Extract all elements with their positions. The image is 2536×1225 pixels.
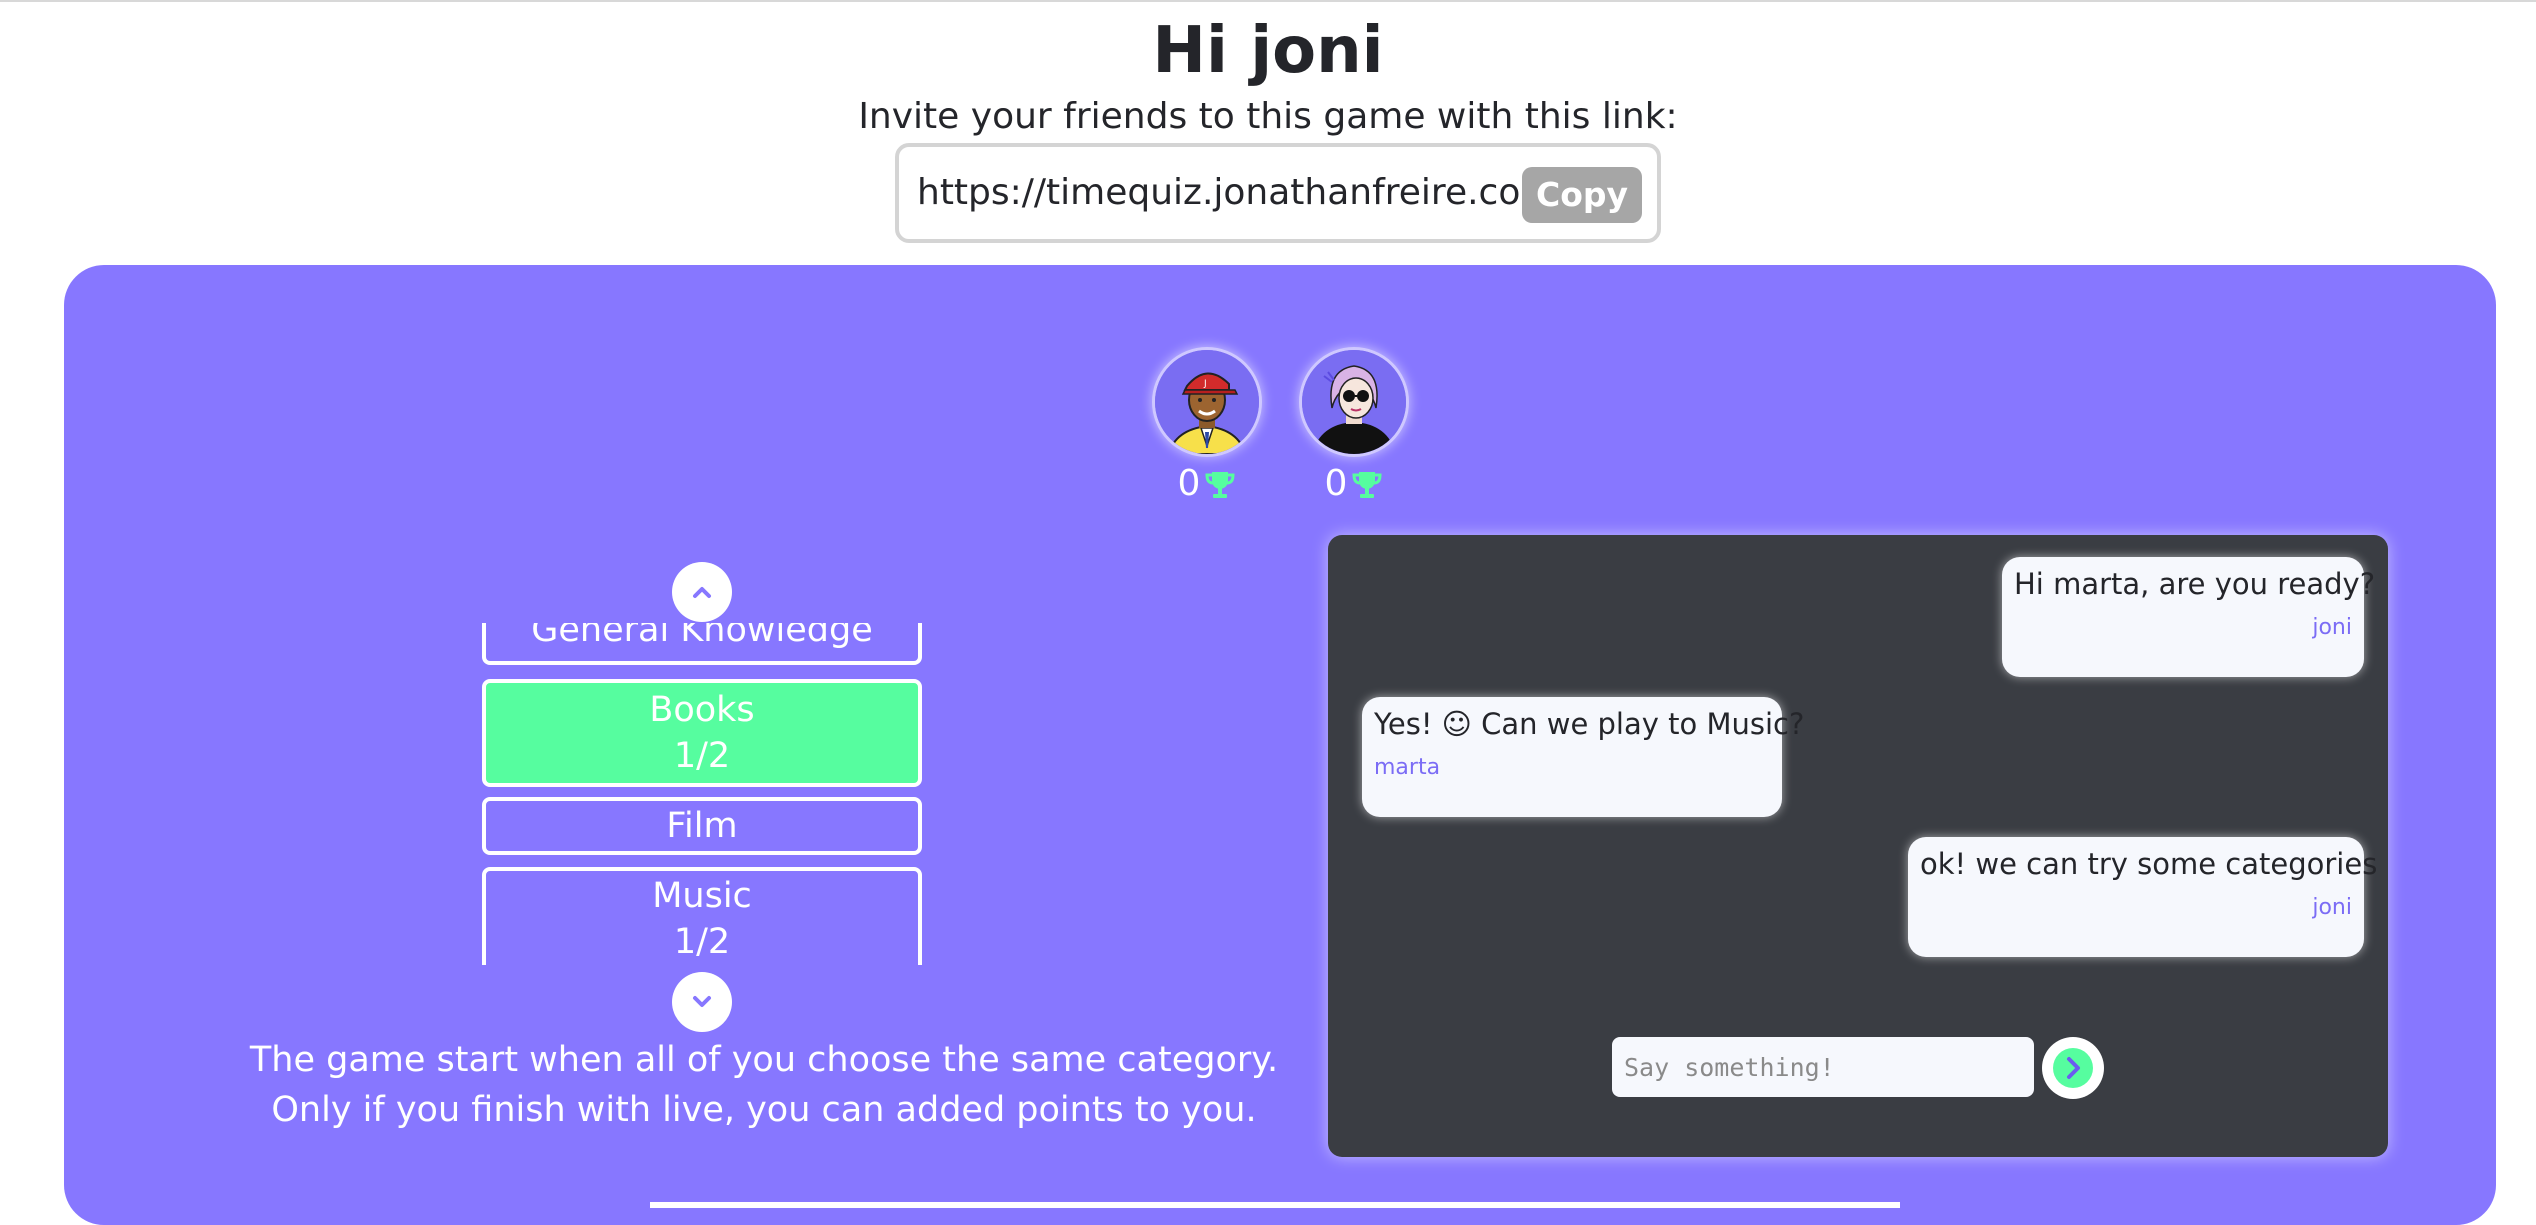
game-rules: The game start when all of you choose th… [124, 1035, 1404, 1135]
svg-text:J: J [1203, 379, 1207, 389]
scroll-up-button[interactable] [672, 562, 732, 622]
invite-link-box: https://timequiz.jonathanfreire.com Copy [895, 143, 1661, 243]
invite-link[interactable]: https://timequiz.jonathanfreire.com [917, 172, 1555, 213]
chat-message-author: joni [2312, 895, 2352, 920]
category-list[interactable]: General Knowledge Books 1/2 Film Music 1… [481, 623, 927, 965]
chat-input[interactable] [1612, 1037, 2034, 1097]
trophy-icon [1351, 468, 1383, 500]
category-name: General Knowledge [531, 623, 873, 650]
page-title: Hi joni [1152, 14, 1384, 88]
rules-line: The game start when all of you choose th… [249, 1040, 1279, 1080]
player-avatar [1299, 347, 1409, 457]
chat-message: Hi marta, are you ready? joni [2002, 557, 2376, 677]
chevron-right-icon [2053, 1048, 2093, 1088]
category-general-knowledge[interactable]: General Knowledge [482, 623, 922, 665]
chat-message-author: marta [1374, 755, 1441, 780]
category-name: Books [649, 690, 755, 730]
chat-message-text: Yes! ☺ Can we play to Music? [1374, 707, 1805, 741]
player-card: 0 [1299, 347, 1409, 504]
category-books[interactable]: Books 1/2 [482, 679, 922, 787]
chevron-up-icon [693, 587, 711, 598]
chat-message-author: joni [2312, 615, 2352, 640]
category-name: Music [652, 876, 752, 916]
copy-button[interactable]: Copy [1522, 167, 1642, 223]
chat-message: ok! we can try some categories joni [1908, 837, 2378, 957]
game-panel: J 0 0 General Knowledge Books 1/2 Film M… [64, 265, 2496, 1225]
player-score: 0 [1152, 463, 1262, 504]
bottom-divider [650, 1202, 1900, 1208]
category-votes: 1/2 [673, 922, 731, 962]
score-value: 0 [1177, 463, 1201, 504]
invite-text: Invite your friends to this game with th… [858, 96, 1678, 137]
chat-panel: Hi marta, are you ready? joni Yes! ☺ Can… [1328, 535, 2388, 1157]
send-button[interactable] [2042, 1037, 2104, 1099]
chat-message-text: Hi marta, are you ready? [2014, 567, 2376, 601]
trophy-icon [1204, 468, 1236, 500]
category-music[interactable]: Music 1/2 [482, 867, 922, 965]
score-value: 0 [1324, 463, 1348, 504]
category-votes: 1/2 [673, 736, 731, 776]
chat-message-text: ok! we can try some categories [1920, 847, 2378, 881]
player-card: J 0 [1152, 347, 1262, 504]
scroll-down-button[interactable] [672, 972, 732, 1032]
player-score: 0 [1299, 463, 1409, 504]
player-avatar: J [1152, 347, 1262, 457]
category-film[interactable]: Film [482, 797, 922, 855]
chevron-down-icon [693, 996, 711, 1007]
category-name: Film [666, 806, 738, 846]
chat-message: Yes! ☺ Can we play to Music? marta [1362, 697, 1805, 817]
top-border [0, 0, 2536, 2]
rules-line: Only if you finish with live, you can ad… [271, 1090, 1257, 1130]
